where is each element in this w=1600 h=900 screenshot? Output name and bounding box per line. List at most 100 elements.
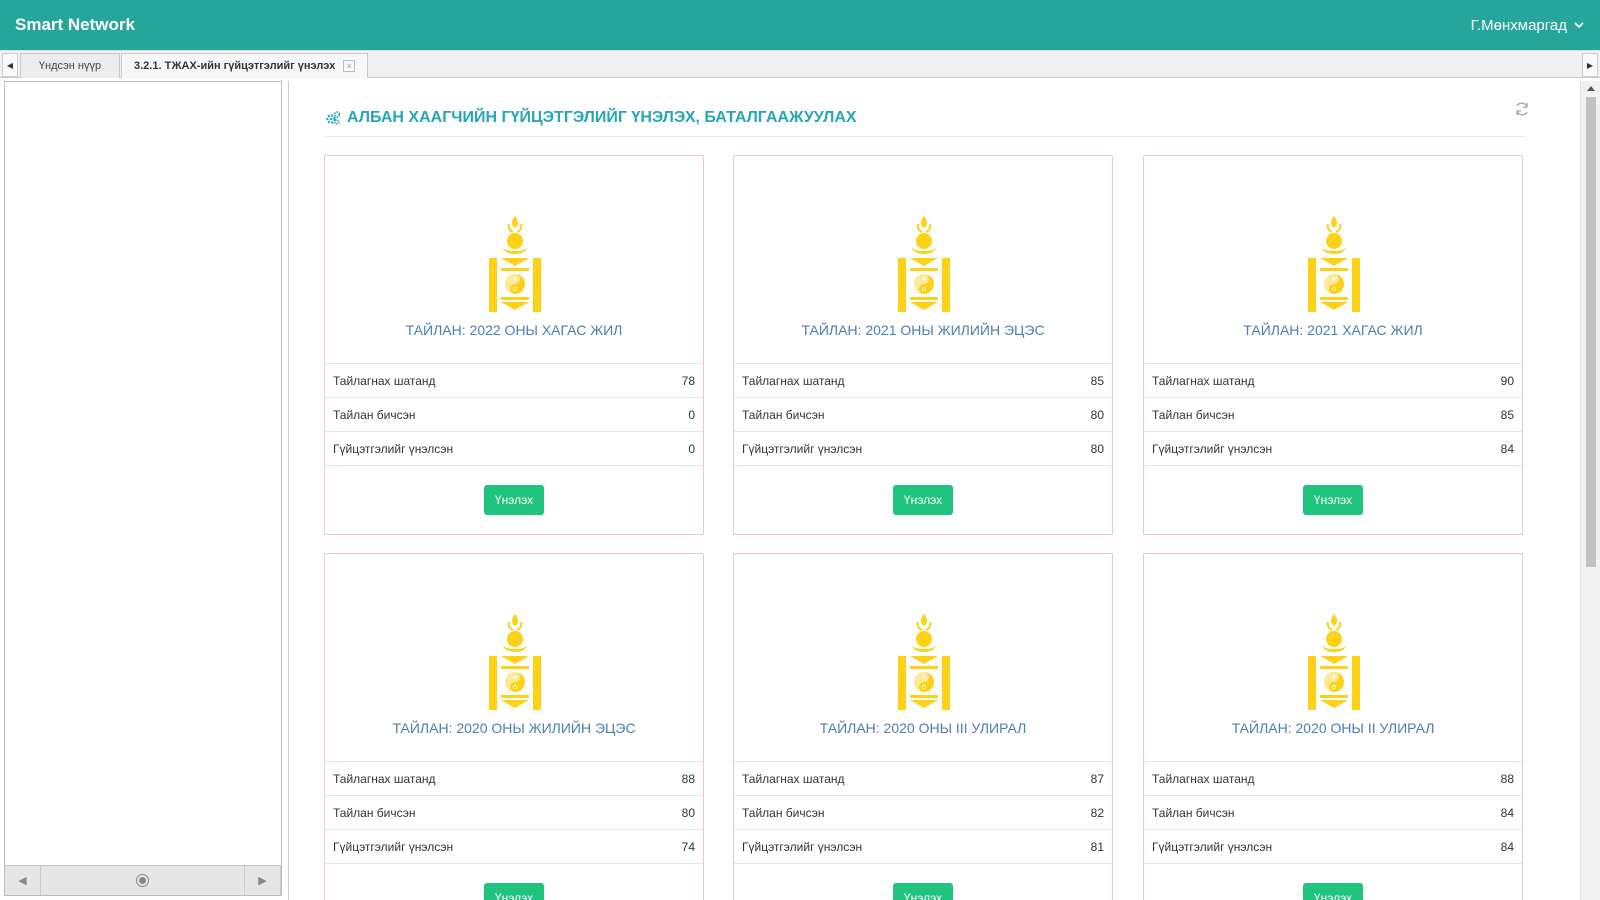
soyombo-emblem-icon bbox=[1308, 614, 1360, 710]
stat-row-to-report: Тайлагнах шатанд 87 bbox=[734, 762, 1112, 796]
stat-label: Тайлагнах шатанд bbox=[1152, 771, 1255, 786]
chevron-down-icon bbox=[1574, 22, 1584, 29]
left-panel-scrollbar[interactable]: ◀ ▶ bbox=[5, 865, 281, 895]
report-card-header: ТАЙЛАН: 2020 ОНЫ II УЛИРАЛ bbox=[1144, 554, 1522, 762]
page-title: АЛБАН ХААГЧИЙН ГҮЙЦЭТГЭЛИЙГ ҮНЭЛЭХ, БАТА… bbox=[347, 108, 857, 126]
stat-label: Тайлан бичсэн bbox=[742, 805, 825, 820]
evaluate-button[interactable]: Үнэлэх bbox=[892, 485, 954, 515]
report-card-footer: Үнэлэх bbox=[1144, 864, 1522, 900]
stat-label: Гүйцэтгэлийг үнэлсэн bbox=[333, 839, 454, 854]
stat-value: 0 bbox=[688, 407, 695, 422]
user-name: Г.Мөнхмаргад bbox=[1470, 16, 1567, 34]
report-card-footer: Үнэлэх bbox=[325, 466, 703, 534]
report-card-footer: Үнэлэх bbox=[325, 864, 703, 900]
report-card: ТАЙЛАН: 2020 ОНЫ ЖИЛИЙН ЭЦЭС Тайлагнах ш… bbox=[324, 553, 704, 900]
stat-value: 0 bbox=[688, 441, 695, 456]
stat-label: Гүйцэтгэлийг үнэлсэн bbox=[742, 441, 863, 456]
evaluate-button[interactable]: Үнэлэх bbox=[892, 883, 954, 900]
scroll-thumb[interactable] bbox=[1586, 97, 1596, 567]
stat-row-evaluated: Гүйцэтгэлийг үнэлсэн 84 bbox=[1144, 432, 1522, 466]
stat-value: 80 bbox=[1090, 441, 1104, 456]
refresh-icon[interactable] bbox=[1514, 101, 1530, 117]
report-title[interactable]: ТАЙЛАН: 2021 ОНЫ ЖИЛИЙН ЭЦЭС bbox=[734, 322, 1112, 338]
stat-label: Тайлан бичсэн bbox=[333, 407, 416, 422]
stat-row-written: Тайлан бичсэн 85 bbox=[1144, 398, 1522, 432]
report-card: ТАЙЛАН: 2020 ОНЫ III УЛИРАЛ Тайлагнах ша… bbox=[733, 553, 1113, 900]
stat-label: Тайлагнах шатанд bbox=[1152, 373, 1255, 388]
stat-row-evaluated: Гүйцэтгэлийг үнэлсэн 74 bbox=[325, 830, 703, 864]
scroll-thumb-icon[interactable] bbox=[136, 874, 149, 887]
report-card-header: ТАЙЛАН: 2021 ОНЫ ЖИЛИЙН ЭЦЭС bbox=[734, 156, 1112, 364]
stat-value: 80 bbox=[1090, 407, 1104, 422]
report-title[interactable]: ТАЙЛАН: 2020 ОНЫ II УЛИРАЛ bbox=[1144, 720, 1522, 736]
stat-label: Гүйцэтгэлийг үнэлсэн bbox=[1152, 839, 1273, 854]
scroll-up-button[interactable] bbox=[1587, 86, 1595, 91]
stat-label: Тайлагнах шатанд bbox=[333, 373, 436, 388]
evaluate-button[interactable]: Үнэлэх bbox=[1302, 883, 1364, 900]
stat-row-evaluated: Гүйцэтгэлийг үнэлсэн 81 bbox=[734, 830, 1112, 864]
stat-row-written: Тайлан бичсэн 0 bbox=[325, 398, 703, 432]
tab-home-label: Үндсэн нүүр bbox=[38, 60, 102, 72]
stat-value: 85 bbox=[1090, 373, 1104, 388]
soyombo-emblem-icon bbox=[489, 216, 541, 312]
evaluate-button[interactable]: Үнэлэх bbox=[483, 883, 545, 900]
main-vertical-scrollbar[interactable] bbox=[1580, 81, 1600, 900]
stat-row-to-report: Тайлагнах шатанд 78 bbox=[325, 364, 703, 398]
report-title[interactable]: ТАЙЛАН: 2021 ХАГАС ЖИЛ bbox=[1144, 322, 1522, 338]
stat-row-written: Тайлан бичсэн 82 bbox=[734, 796, 1112, 830]
report-title[interactable]: ТАЙЛАН: 2022 ОНЫ ХАГАС ЖИЛ bbox=[325, 322, 703, 338]
report-card-footer: Үнэлэх bbox=[734, 864, 1112, 900]
stat-label: Гүйцэтгэлийг үнэлсэн bbox=[333, 441, 454, 456]
scroll-right-button[interactable]: ▶ bbox=[245, 866, 281, 895]
report-card-header: ТАЙЛАН: 2021 ХАГАС ЖИЛ bbox=[1144, 156, 1522, 364]
stat-value: 90 bbox=[1500, 373, 1514, 388]
stat-row-evaluated: Гүйцэтгэлийг үнэлсэн 0 bbox=[325, 432, 703, 466]
stat-value: 84 bbox=[1500, 839, 1514, 854]
stat-row-written: Тайлан бичсэн 80 bbox=[734, 398, 1112, 432]
stat-value: 78 bbox=[681, 373, 695, 388]
stat-label: Тайлан бичсэн bbox=[1152, 407, 1235, 422]
stat-label: Тайлан бичсэн bbox=[333, 805, 416, 820]
tab-scroll-left-button[interactable]: ◀ bbox=[2, 53, 18, 77]
tab-home[interactable]: Үндсэн нүүр bbox=[20, 53, 120, 78]
page-header: АЛБАН ХААГЧИЙН ГҮЙЦЭТГЭЛИЙГ ҮНЭЛЭХ, БАТА… bbox=[325, 99, 1525, 137]
evaluate-button[interactable]: Үнэлэх bbox=[1302, 485, 1364, 515]
brand-logo[interactable]: Smart Network bbox=[15, 15, 135, 35]
report-title[interactable]: ТАЙЛАН: 2020 ОНЫ ЖИЛИЙН ЭЦЭС bbox=[325, 720, 703, 736]
main-content: АЛБАН ХААГЧИЙН ГҮЙЦЭТГЭЛИЙГ ҮНЭЛЭХ, БАТА… bbox=[288, 81, 1578, 900]
stat-row-to-report: Тайлагнах шатанд 90 bbox=[1144, 364, 1522, 398]
gears-icon bbox=[326, 110, 341, 125]
stat-value: 74 bbox=[681, 839, 695, 854]
stat-row-to-report: Тайлагнах шатанд 85 bbox=[734, 364, 1112, 398]
stat-label: Гүйцэтгэлийг үнэлсэн bbox=[742, 839, 863, 854]
soyombo-emblem-icon bbox=[489, 614, 541, 710]
report-card-footer: Үнэлэх bbox=[1144, 466, 1522, 534]
stat-value: 87 bbox=[1090, 771, 1104, 786]
tab-close-icon[interactable]: × bbox=[343, 60, 356, 72]
stat-label: Тайлан бичсэн bbox=[742, 407, 825, 422]
evaluate-button[interactable]: Үнэлэх bbox=[483, 485, 545, 515]
stat-row-evaluated: Гүйцэтгэлийг үнэлсэн 84 bbox=[1144, 830, 1522, 864]
scroll-left-button[interactable]: ◀ bbox=[5, 866, 41, 895]
user-menu[interactable]: Г.Мөнхмаргад bbox=[1471, 17, 1585, 34]
report-card-header: ТАЙЛАН: 2022 ОНЫ ХАГАС ЖИЛ bbox=[325, 156, 703, 364]
stat-label: Тайлан бичсэн bbox=[1152, 805, 1235, 820]
scroll-track[interactable] bbox=[41, 866, 245, 895]
stat-row-written: Тайлан бичсэн 84 bbox=[1144, 796, 1522, 830]
stat-value: 85 bbox=[1500, 407, 1514, 422]
stat-value: 80 bbox=[681, 805, 695, 820]
report-title[interactable]: ТАЙЛАН: 2020 ОНЫ III УЛИРАЛ bbox=[734, 720, 1112, 736]
tab-scroll-right-button[interactable]: ▶ bbox=[1582, 53, 1598, 77]
stat-label: Тайлагнах шатанд bbox=[742, 771, 845, 786]
tab-evaluation[interactable]: 3.2.1. ТЖАХ-ийн гүйцэтгэлийг үнэлэх × bbox=[121, 53, 369, 78]
report-card-footer: Үнэлэх bbox=[734, 466, 1112, 534]
stat-value: 82 bbox=[1090, 805, 1104, 820]
report-card: ТАЙЛАН: 2020 ОНЫ II УЛИРАЛ Тайлагнах шат… bbox=[1143, 553, 1523, 900]
report-card-header: ТАЙЛАН: 2020 ОНЫ ЖИЛИЙН ЭЦЭС bbox=[325, 554, 703, 762]
tab-evaluation-label: 3.2.1. ТЖАХ-ийн гүйцэтгэлийг үнэлэх bbox=[134, 60, 336, 72]
soyombo-emblem-icon bbox=[898, 614, 950, 710]
stat-row-to-report: Тайлагнах шатанд 88 bbox=[1144, 762, 1522, 796]
stat-value: 88 bbox=[1500, 771, 1514, 786]
stat-label: Тайлагнах шатанд bbox=[742, 373, 845, 388]
report-card-header: ТАЙЛАН: 2020 ОНЫ III УЛИРАЛ bbox=[734, 554, 1112, 762]
